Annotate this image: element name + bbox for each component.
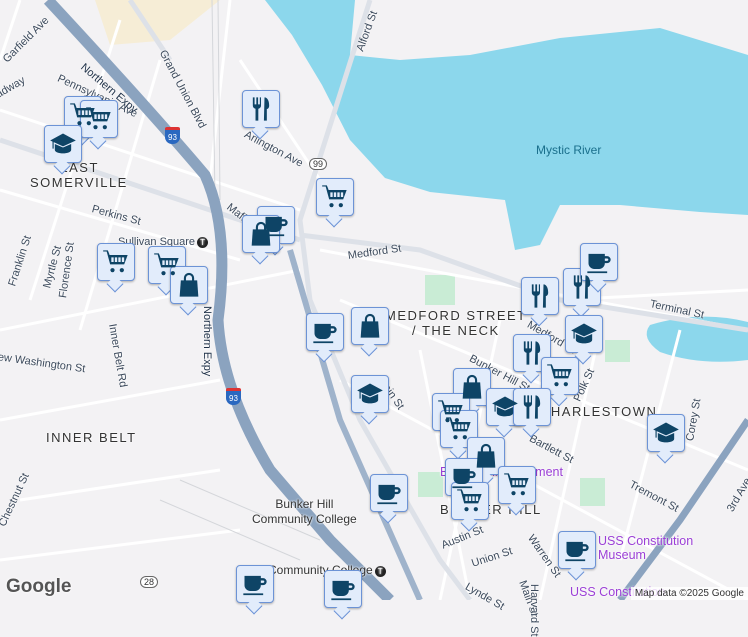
graduation-cap-marker[interactable] — [44, 125, 82, 163]
graduation-cap-marker[interactable] — [647, 414, 685, 452]
restaurant-icon — [568, 273, 596, 301]
graduation-cap-icon — [49, 130, 77, 158]
cart-marker[interactable] — [451, 482, 489, 520]
graduation-cap-icon — [491, 393, 519, 421]
coffee-icon — [241, 570, 269, 598]
restaurant-icon — [526, 282, 554, 310]
restaurant-marker[interactable] — [513, 388, 551, 426]
restaurant-icon — [518, 393, 546, 421]
cart-icon — [503, 471, 531, 499]
graduation-cap-icon — [570, 320, 598, 348]
graduation-cap-marker[interactable] — [565, 315, 603, 353]
i93-shield-2: 93 — [226, 388, 241, 405]
area-inner-belt: INNER BELT — [46, 430, 137, 445]
metro-icon: T — [374, 566, 386, 577]
restaurant-icon — [518, 339, 546, 367]
cart-icon — [102, 248, 130, 276]
coffee-marker[interactable] — [370, 474, 408, 512]
coffee-icon — [329, 575, 357, 603]
coffee-marker[interactable] — [580, 243, 618, 281]
cart-icon — [546, 362, 574, 390]
graduation-cap-icon — [356, 380, 384, 408]
coffee-marker[interactable] — [306, 313, 344, 351]
shopping-bag-marker[interactable] — [351, 307, 389, 345]
coffee-icon — [585, 248, 613, 276]
restaurant-icon — [247, 95, 275, 123]
area-east-somerville: EAST SOMERVILLE — [30, 160, 128, 190]
cart-marker[interactable] — [80, 100, 118, 138]
coffee-icon — [563, 536, 591, 564]
label-mystic-river: Mystic River — [536, 143, 602, 157]
coffee-marker[interactable] — [236, 565, 274, 603]
metro-icon: T — [197, 237, 209, 248]
cart-icon — [445, 415, 473, 443]
cart-marker[interactable] — [498, 466, 536, 504]
restaurant-marker[interactable] — [521, 277, 559, 315]
shopping-bag-icon — [175, 271, 203, 299]
street-northern-expy-2: Northern Expy — [201, 306, 213, 377]
cart-icon — [456, 487, 484, 515]
place-bhcc: Bunker Hill Community College — [252, 497, 357, 526]
shopping-bag-marker[interactable] — [170, 266, 208, 304]
shopping-bag-icon — [458, 373, 486, 401]
restaurant-marker[interactable] — [242, 90, 280, 128]
cart-icon — [85, 105, 113, 133]
route-28-shield: 28 — [140, 576, 159, 588]
graduation-cap-icon — [652, 419, 680, 447]
shopping-bag-marker[interactable] — [242, 215, 280, 253]
coffee-icon — [375, 479, 403, 507]
graduation-cap-marker[interactable] — [351, 375, 389, 413]
coffee-marker[interactable] — [324, 570, 362, 608]
cart-marker[interactable] — [97, 243, 135, 281]
coffee-marker[interactable] — [558, 531, 596, 569]
shopping-bag-icon — [247, 220, 275, 248]
area-medford-neck: MEDFORD STREET / THE NECK — [385, 308, 527, 338]
cart-marker[interactable] — [541, 357, 579, 395]
google-logo: Google — [6, 576, 72, 597]
street-harvard: Harvard St — [528, 584, 540, 637]
i93-shield: 93 — [165, 127, 180, 144]
cart-icon — [321, 183, 349, 211]
coffee-icon — [311, 318, 339, 346]
place-uss-constitution-museum[interactable]: USS Constitution Museum — [598, 534, 693, 562]
shopping-bag-icon — [356, 312, 384, 340]
cart-marker[interactable] — [316, 178, 354, 216]
route-99-shield: 99 — [309, 158, 328, 170]
area-charlestown: CHARLESTOWN — [540, 404, 658, 419]
map-attribution[interactable]: Map data ©2025 Google — [630, 587, 748, 600]
